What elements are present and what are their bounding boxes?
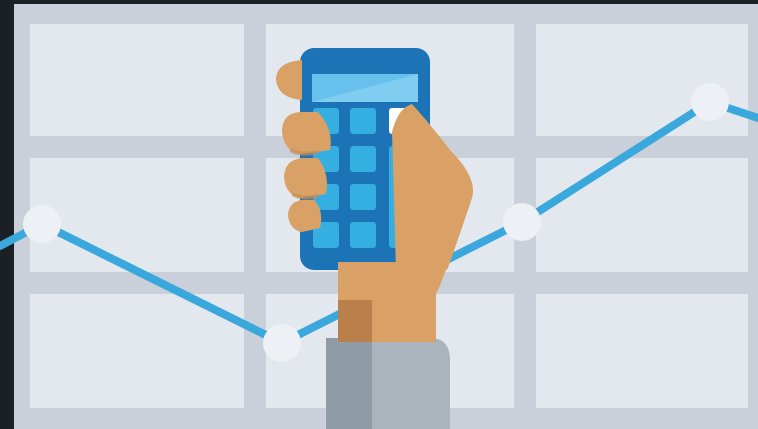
grid-cell (536, 294, 748, 408)
grid-cell (536, 158, 748, 272)
palm (338, 262, 448, 300)
ring-finger (284, 158, 327, 198)
trend-point (23, 205, 61, 243)
grid-cell (30, 24, 244, 136)
trend-point (691, 83, 729, 121)
grid-cell (30, 158, 244, 272)
trend-point (503, 203, 541, 241)
sleeve (326, 338, 450, 429)
hero-illustration (0, 0, 758, 429)
trend-point (263, 324, 301, 362)
illustration (0, 0, 758, 429)
pinky-finger (288, 200, 322, 232)
